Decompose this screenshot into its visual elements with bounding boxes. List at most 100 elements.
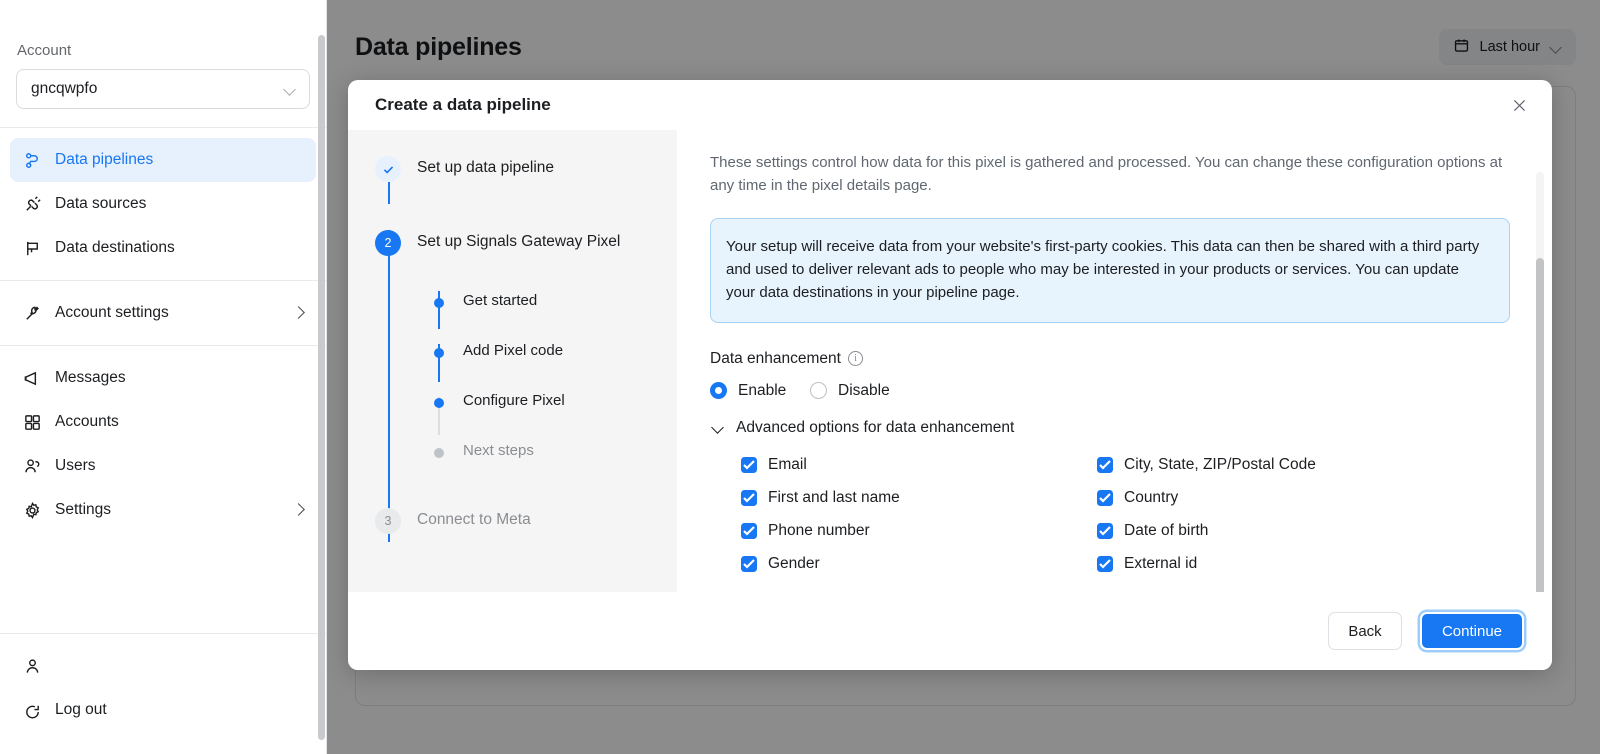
sidebar-item-account-settings[interactable]: Account settings — [10, 291, 316, 335]
modal-title-bar: Create a data pipeline — [348, 80, 1552, 130]
checkbox-checked-icon — [1097, 457, 1113, 474]
sidebar-item-label: Messages — [55, 369, 126, 386]
account-label: Account — [17, 42, 72, 59]
checkbox-label: City, State, ZIP/Postal Code — [1124, 456, 1316, 474]
substep-next-steps[interactable]: Next steps — [348, 442, 677, 459]
radio-indicator — [810, 382, 827, 400]
radio-disable[interactable]: Disable — [810, 382, 890, 400]
data-enhancement-radio-group: Enable Disable — [710, 382, 1512, 400]
sidebar-item-accounts[interactable]: Accounts — [10, 400, 316, 444]
continue-button[interactable]: Continue — [1420, 612, 1524, 650]
sidebar-item-label: Accounts — [55, 413, 119, 430]
data-enhancement-title: Data enhancement — [710, 349, 841, 367]
person-icon — [22, 656, 42, 676]
radio-enable[interactable]: Enable — [710, 382, 810, 400]
radio-indicator-selected — [710, 382, 727, 400]
modal-scrollbar[interactable] — [1536, 172, 1544, 592]
substep-add-pixel-code[interactable]: Add Pixel code — [348, 342, 677, 359]
checkbox-phone-number[interactable]: Phone number — [741, 515, 1095, 548]
checkbox-date-of-birth[interactable]: Date of birth — [1097, 515, 1316, 548]
substep-connector — [438, 291, 440, 329]
sidebar-item-data-destinations[interactable]: Data destinations — [10, 226, 316, 270]
chevron-right-icon — [292, 307, 304, 319]
advanced-options-toggle[interactable]: Advanced options for data enhancement — [710, 419, 1512, 437]
sidebar-item-label: Settings — [55, 501, 112, 518]
sidebar-item-messages[interactable]: Messages — [10, 356, 316, 400]
checkbox-label: Country — [1124, 489, 1179, 507]
account-select-value: gncqwpfo — [31, 80, 98, 97]
checkbox-city-state-zip[interactable]: City, State, ZIP/Postal Code — [1097, 449, 1316, 482]
substep-dot-muted — [434, 448, 444, 458]
checkbox-email[interactable]: Email — [741, 449, 1095, 482]
chevron-down-icon — [712, 421, 725, 434]
sidebar-item-label: Data destinations — [55, 239, 175, 256]
app-root: Account gncqwpfo Data pipelines Data sou… — [0, 0, 1600, 754]
data-enhancement-label: Data enhancement i — [710, 350, 1512, 368]
sidebar-item-users[interactable]: Users — [10, 444, 316, 488]
account-block: Account gncqwpfo — [0, 0, 326, 127]
sidebar-item-settings[interactable]: Settings — [10, 488, 316, 532]
checkbox-checked-icon — [1097, 523, 1113, 540]
step-connect-to-meta[interactable]: 3 Connect to Meta — [348, 508, 677, 534]
logout-icon — [22, 700, 42, 720]
checkbox-gender[interactable]: Gender — [741, 548, 1095, 581]
back-button[interactable]: Back — [1328, 612, 1402, 650]
chevron-down-icon — [283, 82, 297, 96]
substep-label: Get started — [463, 292, 538, 309]
megaphone-icon — [22, 368, 42, 388]
substep-configure-pixel[interactable]: Configure Pixel — [348, 392, 677, 409]
data-enhancement-checkbox-grid: Email First and last name Phone number G… — [710, 449, 1512, 581]
info-icon[interactable]: i — [847, 351, 863, 367]
step-marker-done — [375, 156, 401, 182]
substep-label: Next steps — [463, 442, 534, 459]
sidebar-scrollbar-thumb[interactable] — [318, 35, 325, 740]
checkbox-label: Phone number — [768, 522, 870, 540]
users-icon — [22, 456, 42, 476]
sidebar-scrollbar[interactable] — [318, 35, 325, 740]
pipeline-icon — [22, 150, 42, 170]
step-set-up-signals-gateway-pixel[interactable]: 2 Set up Signals Gateway Pixel — [348, 230, 677, 256]
radio-label: Enable — [738, 381, 787, 399]
sidebar-item-profile[interactable] — [10, 644, 316, 688]
sidebar-nav-settings: Account settings — [0, 281, 326, 345]
account-select[interactable]: gncqwpfo — [16, 69, 310, 109]
checkbox-label: External id — [1124, 555, 1198, 573]
sidebar-item-data-sources[interactable]: Data sources — [10, 182, 316, 226]
modal-title: Create a data pipeline — [375, 95, 551, 114]
plug-icon — [22, 194, 42, 214]
checkbox-column-left: Email First and last name Phone number G… — [710, 449, 1095, 581]
substep-dot — [434, 398, 444, 408]
close-icon[interactable] — [1504, 90, 1534, 120]
notice-banner: Your setup will receive data from your w… — [710, 217, 1510, 323]
modal-scrollbar-thumb[interactable] — [1536, 258, 1544, 592]
checkbox-label: First and last name — [768, 489, 900, 507]
checkbox-column-right: City, State, ZIP/Postal Code Country Dat… — [1095, 449, 1316, 581]
sidebar-item-label: Data sources — [55, 195, 147, 212]
sidebar-nav-primary: Data pipelines Data sources Data destina… — [0, 128, 326, 280]
checkbox-label: Email — [768, 456, 807, 474]
checkbox-label: Gender — [768, 555, 820, 573]
step-label: Set up data pipeline — [417, 159, 555, 176]
checkbox-checked-icon — [1097, 556, 1113, 573]
step-label: Set up Signals Gateway Pixel — [417, 233, 621, 250]
checkbox-checked-icon — [1097, 490, 1113, 507]
checkbox-first-and-last-name[interactable]: First and last name — [741, 482, 1095, 515]
sidebar-nav-secondary: Messages Accounts Users Settings — [0, 346, 326, 542]
sidebar: Account gncqwpfo Data pipelines Data sou… — [0, 0, 327, 754]
modal-footer: Back Continue — [348, 592, 1552, 670]
step-set-up-data-pipeline[interactable]: Set up data pipeline — [348, 156, 677, 182]
checkbox-checked-icon — [741, 523, 757, 540]
checkbox-checked-icon — [741, 490, 757, 507]
create-pipeline-modal: Create a data pipeline Set up data pipel… — [348, 80, 1552, 670]
substep-get-started[interactable]: Get started — [348, 292, 677, 309]
modal-body: Set up data pipeline 2 Set up Signals Ga… — [348, 130, 1552, 592]
checkbox-country[interactable]: Country — [1097, 482, 1316, 515]
sidebar-item-data-pipelines[interactable]: Data pipelines — [10, 138, 316, 182]
checkbox-external-id[interactable]: External id — [1097, 548, 1316, 581]
sidebar-item-log-out[interactable]: Log out — [10, 688, 316, 732]
sidebar-item-label: Account settings — [55, 304, 169, 321]
substep-dot — [434, 298, 444, 308]
sidebar-item-label: Data pipelines — [55, 151, 154, 168]
substep-dot — [434, 348, 444, 358]
